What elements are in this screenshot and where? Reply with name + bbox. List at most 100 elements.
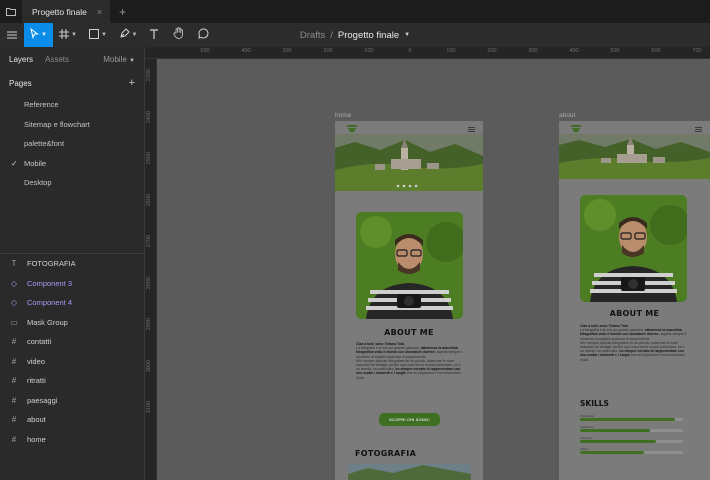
home-button[interactable] bbox=[0, 0, 22, 23]
page-item-desktop[interactable]: Desktop bbox=[0, 173, 144, 193]
skill-bar-fill bbox=[580, 429, 651, 432]
ruler-tick-label: 2600 bbox=[146, 193, 152, 206]
component-icon: ◇ bbox=[10, 278, 18, 288]
ruler-tick-label: 2900 bbox=[146, 318, 152, 331]
file-name[interactable]: Progetto finale bbox=[338, 30, 399, 41]
about-title: ABOUT ME bbox=[609, 309, 660, 318]
hand-tool-button[interactable] bbox=[165, 23, 191, 47]
chevron-down-icon[interactable]: ▼ bbox=[404, 32, 410, 38]
left-panel: Layers Assets Mobile ▼ Pages + Reference… bbox=[0, 47, 145, 480]
text-icon: T bbox=[11, 259, 17, 269]
close-tab-icon[interactable]: × bbox=[97, 7, 102, 17]
layer-home[interactable]: # home bbox=[0, 430, 145, 450]
fotografia-title: FOTOGRAFIA bbox=[355, 449, 417, 458]
layer-fotografia[interactable]: T FOTOGRAFIA bbox=[0, 254, 145, 274]
layer-about[interactable]: # about bbox=[0, 410, 145, 430]
skill-item: Premiere bbox=[580, 436, 683, 443]
frame-label-about[interactable]: about bbox=[559, 112, 575, 119]
chevron-down-icon: ▼ bbox=[71, 32, 77, 38]
skill-bar bbox=[580, 451, 683, 454]
page-item-reference[interactable]: Reference bbox=[0, 95, 144, 115]
layers-list: T FOTOGRAFIA ◇ Component 3 ◇ Component 4 ▭ Mask… bbox=[0, 254, 145, 449]
device-selector-label: Mobile bbox=[103, 54, 127, 64]
shape-tool-button[interactable]: ▼ bbox=[83, 23, 113, 47]
fotografia-image bbox=[348, 464, 471, 480]
comment-tool-button[interactable] bbox=[191, 23, 215, 47]
page-item-label: Reference bbox=[24, 100, 59, 110]
layer-ritratti[interactable]: # ritratti bbox=[0, 371, 145, 391]
file-tab-title: Progetto finale bbox=[32, 6, 87, 17]
skill-item: Lightroom bbox=[580, 425, 683, 432]
skill-bar bbox=[580, 429, 683, 432]
tab-assets[interactable]: Assets bbox=[45, 55, 69, 64]
pen-tool-button[interactable]: ▼ bbox=[113, 23, 143, 47]
profile-photo bbox=[356, 212, 463, 319]
frame-icon: # bbox=[11, 376, 17, 386]
mask-icon: ▭ bbox=[10, 317, 18, 327]
frame-icon: # bbox=[11, 395, 17, 405]
frame-about[interactable]: ABOUT ME Ciao a tutti, sono Tiziano Tola… bbox=[559, 121, 710, 480]
layer-video[interactable]: # video bbox=[0, 352, 145, 372]
component-icon: ◇ bbox=[10, 298, 18, 308]
ruler-tick-label: 100 bbox=[446, 48, 456, 54]
discover-button[interactable]: SCOPRI CHI SONO! bbox=[379, 413, 440, 426]
ruler-tick-label: 0 bbox=[408, 48, 412, 54]
ruler-tick-label: 2300 bbox=[146, 69, 152, 82]
move-tool-button[interactable]: ▼ bbox=[24, 23, 53, 47]
layer-label: contatti bbox=[27, 337, 52, 347]
chevron-down-icon: ▼ bbox=[41, 32, 47, 38]
tab-layers[interactable]: Layers bbox=[9, 55, 33, 64]
breadcrumb-drafts[interactable]: Drafts bbox=[300, 30, 325, 41]
ruler-tick-label: 700 bbox=[692, 48, 702, 54]
pages-header: Pages + bbox=[0, 71, 144, 95]
skill-bar bbox=[580, 418, 683, 421]
page-item-palette-font[interactable]: palette&font bbox=[0, 134, 144, 154]
frame-icon: # bbox=[11, 337, 17, 347]
skills-title: SKILLS bbox=[580, 399, 609, 408]
pages-title: Pages bbox=[9, 78, 32, 88]
cursor-icon bbox=[30, 26, 39, 44]
frame-icon: # bbox=[11, 434, 17, 444]
canvas[interactable]: home ABOUT ME Ciao a tutti, sono Tiziano… bbox=[157, 59, 710, 480]
about-title: ABOUT ME bbox=[384, 328, 434, 337]
ruler-tick-label: 300 bbox=[528, 48, 538, 54]
ruler-tick-label: 600 bbox=[651, 48, 661, 54]
frame-home[interactable]: ABOUT ME Ciao a tutti, sono Tiziano Tola… bbox=[335, 121, 483, 480]
main-menu-button[interactable] bbox=[0, 23, 24, 47]
page-item-label: palette&font bbox=[24, 139, 65, 149]
ruler-tick-label: 200 bbox=[487, 48, 497, 54]
hand-icon bbox=[172, 26, 184, 44]
toolbar: ▼ ▼ ▼ ▼ Drafts / Progetto finale ▼ bbox=[0, 23, 710, 47]
frame-label-home[interactable]: home bbox=[335, 112, 351, 119]
frame-tool-button[interactable]: ▼ bbox=[53, 23, 83, 47]
layer-contatti[interactable]: # contatti bbox=[0, 332, 145, 352]
ruler-tick-label: 2500 bbox=[146, 152, 152, 165]
new-tab-icon[interactable]: + bbox=[119, 5, 126, 19]
frame-icon: # bbox=[11, 415, 17, 425]
ruler-tick-label: 3000 bbox=[146, 359, 152, 372]
skill-bar-fill bbox=[580, 451, 644, 454]
comment-icon bbox=[197, 26, 209, 44]
hero-image bbox=[559, 134, 710, 184]
layer-label: paesaggi bbox=[27, 395, 58, 405]
skill-item: Video bbox=[580, 447, 683, 454]
text-tool-button[interactable] bbox=[143, 23, 165, 47]
layer-component-3[interactable]: ◇ Component 3 bbox=[0, 274, 145, 294]
page-item-label: Mobile bbox=[24, 158, 47, 168]
ruler-tick-label: 500 bbox=[200, 48, 210, 54]
add-page-icon[interactable]: + bbox=[129, 77, 135, 89]
check-icon: ✓ bbox=[11, 158, 18, 168]
page-item-label: Desktop bbox=[24, 178, 52, 188]
ruler-tick-label: 2700 bbox=[146, 235, 152, 248]
page-item-mobile[interactable]: ✓ Mobile bbox=[0, 154, 144, 174]
panel-tabs: Layers Assets Mobile ▼ bbox=[0, 47, 144, 71]
breadcrumb-separator: / bbox=[330, 29, 333, 41]
layer-paesaggi[interactable]: # paesaggi bbox=[0, 391, 145, 411]
hamburger-icon bbox=[7, 26, 17, 44]
file-tab[interactable]: Progetto finale × bbox=[22, 0, 111, 23]
title-bar: Progetto finale × + bbox=[0, 0, 710, 23]
layer-mask-group[interactable]: ▭ Mask Group bbox=[0, 313, 145, 333]
device-selector[interactable]: Mobile ▼ bbox=[103, 55, 135, 64]
page-item-sitemap-e-flowchart[interactable]: Sitemap e flowchart bbox=[0, 115, 144, 135]
layer-component-4[interactable]: ◇ Component 4 bbox=[0, 293, 145, 313]
